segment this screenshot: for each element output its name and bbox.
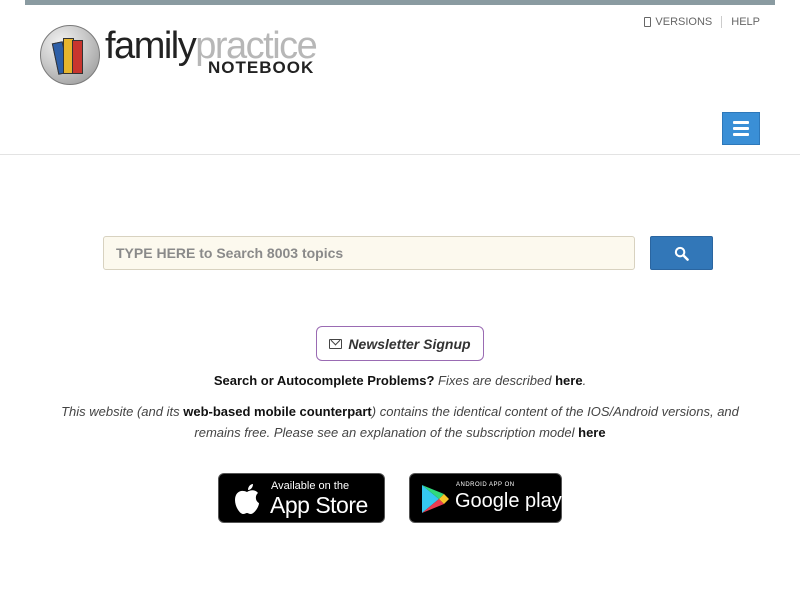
fixes-here-link[interactable]: here xyxy=(555,373,582,388)
search-button[interactable] xyxy=(650,236,713,270)
help-label: HELP xyxy=(731,16,760,28)
logo-books-icon xyxy=(40,25,100,85)
google-play-icon xyxy=(422,485,449,513)
versions-link[interactable]: VERSIONS xyxy=(644,16,712,28)
autocomplete-lead: Search or Autocomplete Problems? xyxy=(213,373,435,388)
autocomplete-mid: Fixes are described xyxy=(438,373,552,388)
logo-notebook-text: NOTEBOOK xyxy=(208,58,315,77)
nav-divider xyxy=(721,16,723,28)
top-accent-bar xyxy=(25,0,775,5)
header-divider xyxy=(0,154,800,155)
newsletter-signup-button[interactable]: Newsletter Signup xyxy=(316,326,484,361)
subscription-here-link[interactable]: here xyxy=(578,425,605,440)
hamburger-icon xyxy=(733,121,749,124)
app-store-badge[interactable]: Available on the App Store xyxy=(218,473,385,523)
newsletter-label: Newsletter Signup xyxy=(348,335,471,352)
autocomplete-notice: Search or Autocomplete Problems? Fixes a… xyxy=(213,373,587,388)
help-link[interactable]: HELP xyxy=(731,16,760,28)
top-navigation: VERSIONS HELP xyxy=(644,16,760,28)
search-input[interactable] xyxy=(103,236,635,270)
versions-label: VERSIONS xyxy=(655,16,713,28)
search-icon xyxy=(674,246,689,261)
menu-toggle-button[interactable] xyxy=(722,112,760,145)
phone-icon xyxy=(644,17,652,27)
google-large-text: Google play xyxy=(455,490,562,512)
site-logo[interactable]: familypractice NOTEBOOK xyxy=(40,25,330,85)
envelope-icon xyxy=(329,338,343,349)
google-play-badge[interactable]: ANDROID APP ON Google play xyxy=(409,473,562,523)
mobile-version-notice: This website (and its web-based mobile c… xyxy=(40,401,760,443)
appstore-small-text: Available on the xyxy=(271,480,350,492)
google-small-text: ANDROID APP ON xyxy=(456,482,515,488)
apple-icon xyxy=(235,484,259,514)
appstore-large-text: App Store xyxy=(270,492,368,518)
mobile-notice-part1: This website (and its xyxy=(61,404,180,419)
mobile-counterpart-link[interactable]: web-based mobile counterpart xyxy=(183,404,372,419)
